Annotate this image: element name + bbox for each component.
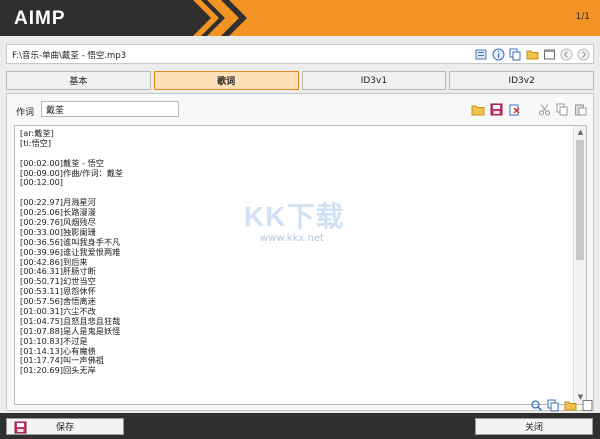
tab-basic[interactable]: 基本 [6, 71, 151, 90]
path-bar-icons [474, 47, 590, 61]
lyrics-panel: 作词 [ar:戴荃][ti:悟空][00:02.00]戴荃 - 悟空[00:09… [6, 93, 594, 411]
save-icon[interactable] [489, 102, 503, 116]
info-icon[interactable] [491, 47, 505, 61]
watermark-brand: KK下载 [244, 201, 345, 232]
bottom-icons [529, 398, 594, 412]
search-icon[interactable] [529, 398, 543, 412]
close-button[interactable]: 关闭 [475, 418, 593, 435]
folder-icon[interactable] [525, 47, 539, 61]
lyrics-toolbar [471, 102, 587, 116]
cut-icon[interactable] [537, 102, 551, 116]
title-bar: AIMP 1/1 [0, 0, 600, 36]
file-path: F:\音乐-单曲\戴荃 - 悟空.mp3 [12, 51, 127, 61]
author-label: 作词 [16, 108, 35, 118]
lyrics-textarea[interactable]: [ar:戴荃] [ti:悟空] [00:02.00]戴荃 - 悟空 [00:09.00… [14, 125, 587, 405]
clear-icon[interactable] [507, 102, 521, 116]
save-button-label: 保存 [55, 423, 74, 433]
file-info-icon[interactable] [474, 47, 488, 61]
blank-page-icon[interactable] [580, 398, 594, 412]
window-icon[interactable] [542, 47, 556, 61]
file-path-bar: F:\音乐-单曲\戴荃 - 悟空.mp3 [6, 44, 594, 64]
chevron-decoration-icon [185, 0, 247, 36]
author-field[interactable] [41, 101, 179, 117]
tab-id3v1[interactable]: ID3v1 [301, 71, 447, 90]
document-icon[interactable] [546, 398, 560, 412]
app-logo: AIMP [14, 8, 66, 29]
copy-text-icon[interactable] [555, 102, 569, 116]
track-counter: 1/1 [575, 12, 590, 22]
paste-icon[interactable] [573, 102, 587, 116]
open-folder-icon[interactable] [471, 102, 485, 116]
scroll-up-arrow-icon[interactable]: ▲ [576, 128, 585, 137]
lyrics-line: [00:12.00] [20, 177, 64, 188]
save-button[interactable]: 保存 [6, 418, 124, 435]
tag-tabs: 基本 歌词 ID3v1 ID3v2 [6, 71, 594, 90]
tab-lyrics[interactable]: 歌词 [153, 71, 299, 90]
watermark: KK下载 www.kkx.net [244, 195, 344, 244]
scrollbar-thumb[interactable] [576, 140, 584, 260]
footer-bar: 保存 关闭 [0, 413, 600, 439]
save-disk-icon [13, 420, 27, 434]
next-arrow-icon[interactable] [576, 47, 590, 61]
close-button-label: 关闭 [524, 423, 543, 433]
lyrics-line: [01:20.69]回头无岸 [20, 365, 96, 376]
copy-icon[interactable] [508, 47, 522, 61]
lyrics-scrollbar[interactable]: ▲ ▼ [573, 126, 586, 404]
folder-open-icon[interactable] [563, 398, 577, 412]
lyrics-line: [ti:悟空] [20, 137, 52, 148]
tab-id3v2[interactable]: ID3v2 [449, 71, 594, 90]
lyrics-text: [ar:戴荃] [ti:悟空] [00:02.00]戴荃 - 悟空 [00:09.00… [20, 128, 123, 376]
previous-arrow-icon[interactable] [559, 47, 573, 61]
